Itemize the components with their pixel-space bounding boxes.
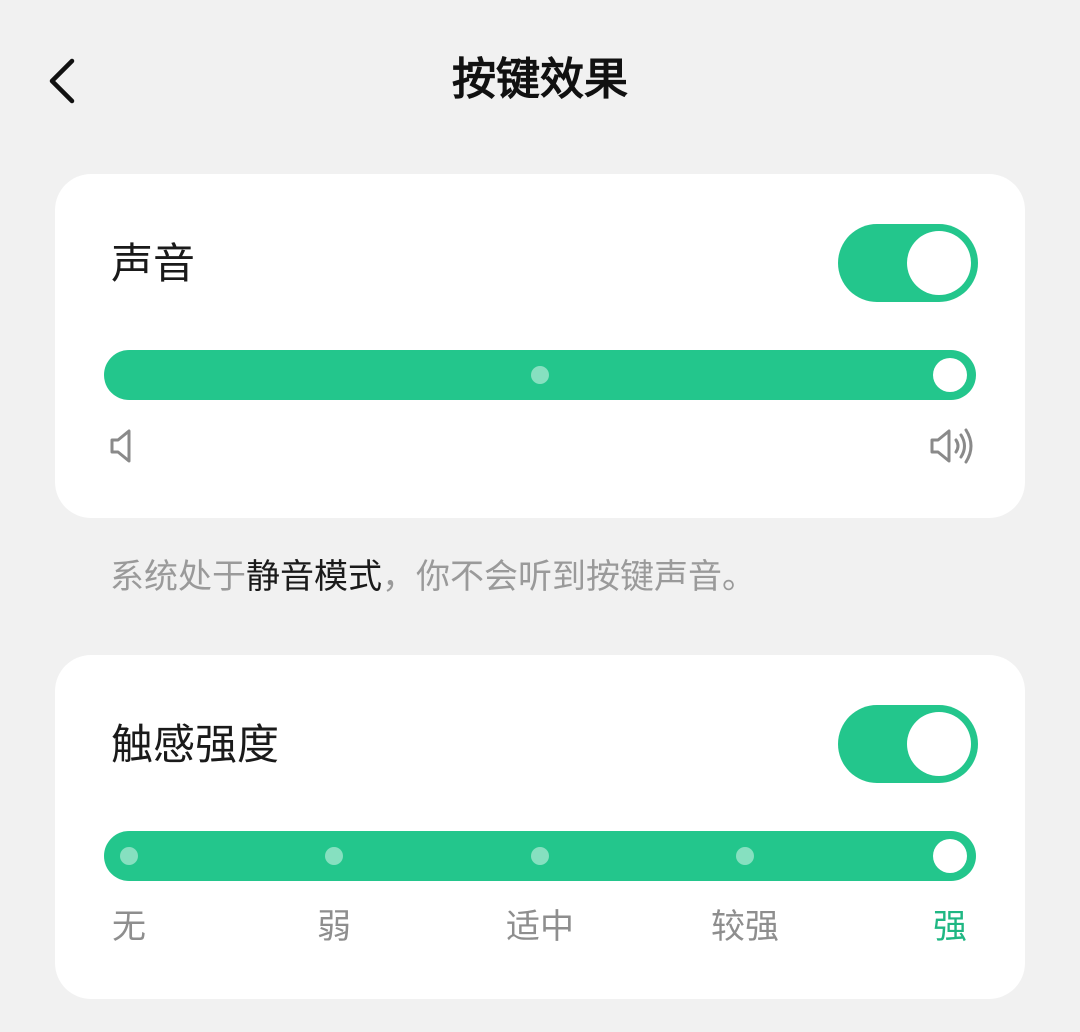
slider-step-dot — [120, 847, 138, 865]
toggle-knob — [907, 712, 971, 776]
note-suffix: ，你不会听到按键声音。 — [382, 557, 756, 597]
haptic-card: 触感强度 无 弱 适中 较强 强 — [55, 655, 1025, 999]
note-prefix: 系统处于 — [110, 557, 246, 597]
sound-title: 声音 — [111, 239, 196, 288]
volume-high-icon — [930, 428, 973, 464]
level-label-none[interactable]: 无 — [29, 905, 229, 949]
page-title: 按键效果 — [452, 54, 628, 105]
sound-toggle[interactable] — [838, 224, 978, 302]
volume-low-icon — [110, 429, 131, 463]
slider-thumb[interactable] — [933, 358, 967, 392]
slider-thumb[interactable] — [933, 839, 967, 873]
level-label-stronger[interactable]: 较强 — [645, 905, 845, 949]
top-bar: 按键效果 — [0, 0, 1080, 160]
haptic-title: 触感强度 — [111, 720, 280, 769]
silent-mode-link[interactable]: 静音模式 — [246, 557, 382, 597]
level-label-weak[interactable]: 弱 — [234, 905, 434, 949]
haptic-toggle[interactable] — [838, 705, 978, 783]
slider-midpoint-dot — [531, 366, 549, 384]
level-label-medium[interactable]: 适中 — [440, 905, 640, 949]
slider-step-dot — [736, 847, 754, 865]
haptic-intensity-slider[interactable] — [104, 831, 976, 881]
slider-step-dot — [325, 847, 343, 865]
slider-step-dot — [531, 847, 549, 865]
toggle-knob — [907, 231, 971, 295]
sound-volume-slider[interactable] — [104, 350, 976, 400]
level-label-strong[interactable]: 强 — [850, 905, 1050, 949]
sound-card: 声音 — [55, 174, 1025, 518]
silent-mode-note: 系统处于静音模式，你不会听到按键声音。 — [110, 552, 756, 602]
